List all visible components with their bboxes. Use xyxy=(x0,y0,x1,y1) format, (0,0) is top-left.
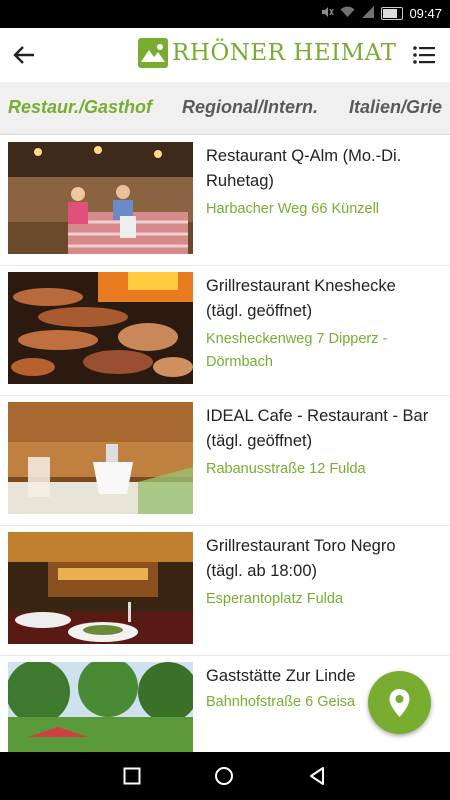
logo-text: RHÖNER HEIMAT xyxy=(172,40,397,66)
back-arrow-icon[interactable] xyxy=(8,39,40,71)
restaurant-name: Grillrestaurant Kneshecke (tägl. geöffne… xyxy=(206,277,396,320)
restaurant-name: Restaurant Q-Alm (Mo.-Di. Ruhetag) xyxy=(206,147,402,190)
system-nav-bar xyxy=(0,752,450,800)
map-button[interactable] xyxy=(368,671,431,734)
tab-restaurant-gasthof[interactable]: Restaur./Gasthof xyxy=(8,97,152,118)
signal-icon xyxy=(361,6,375,21)
logo-mountain-icon xyxy=(138,38,168,68)
nav-home-icon[interactable] xyxy=(214,766,234,791)
mute-icon xyxy=(320,5,335,22)
list-item[interactable]: Restaurant Q-Alm (Mo.-Di. Ruhetag) Harba… xyxy=(0,135,450,266)
list-menu-icon[interactable] xyxy=(410,41,438,69)
status-bar: 09:47 xyxy=(0,0,450,28)
wifi-icon xyxy=(340,6,355,21)
restaurant-photo xyxy=(8,402,193,514)
restaurant-address: Rabanusstraße 12 Fulda xyxy=(206,461,366,477)
category-tabs: Restaur./Gasthof Regional/Intern. Italie… xyxy=(0,82,450,135)
battery-icon xyxy=(381,7,404,20)
list-item[interactable]: Grillrestaurant Toro Negro (tägl. ab 18:… xyxy=(0,525,450,656)
list-item[interactable]: IDEAL Cafe - Restaurant - Bar (tägl. geö… xyxy=(0,395,450,526)
restaurant-address: Kneshecken­weg 7 Dipperz - Dörmbach xyxy=(206,331,388,370)
restaurant-photo xyxy=(8,272,193,384)
restaurant-photo xyxy=(8,142,193,254)
status-icons: 09:47 xyxy=(320,5,442,22)
app-bar: RHÖNER HEIMAT xyxy=(0,28,450,83)
restaurant-address: Esperantoplatz Fulda xyxy=(206,591,344,607)
tab-italien-griechisch[interactable]: Italien/Grie xyxy=(349,97,442,118)
nav-back-icon[interactable] xyxy=(307,766,327,791)
restaurant-name: Grillrestaurant Toro Negro (tägl. ab 18:… xyxy=(206,537,396,580)
restaurant-photo xyxy=(8,532,193,644)
tab-regional-international[interactable]: Regional/Intern. xyxy=(182,97,318,118)
map-pin-icon xyxy=(368,689,431,738)
app-logo: RHÖNER HEIMAT xyxy=(138,38,396,68)
list-item[interactable]: Grillrestaurant Kneshecke (tägl. geöffne… xyxy=(0,265,450,396)
restaurant-name: IDEAL Cafe - Restaurant - Bar (tägl. geö… xyxy=(206,407,429,450)
restaurant-address: Harbacher Weg 66 Künzell xyxy=(206,201,380,217)
nav-recents-icon[interactable] xyxy=(123,767,141,790)
status-time: 09:47 xyxy=(409,6,442,21)
